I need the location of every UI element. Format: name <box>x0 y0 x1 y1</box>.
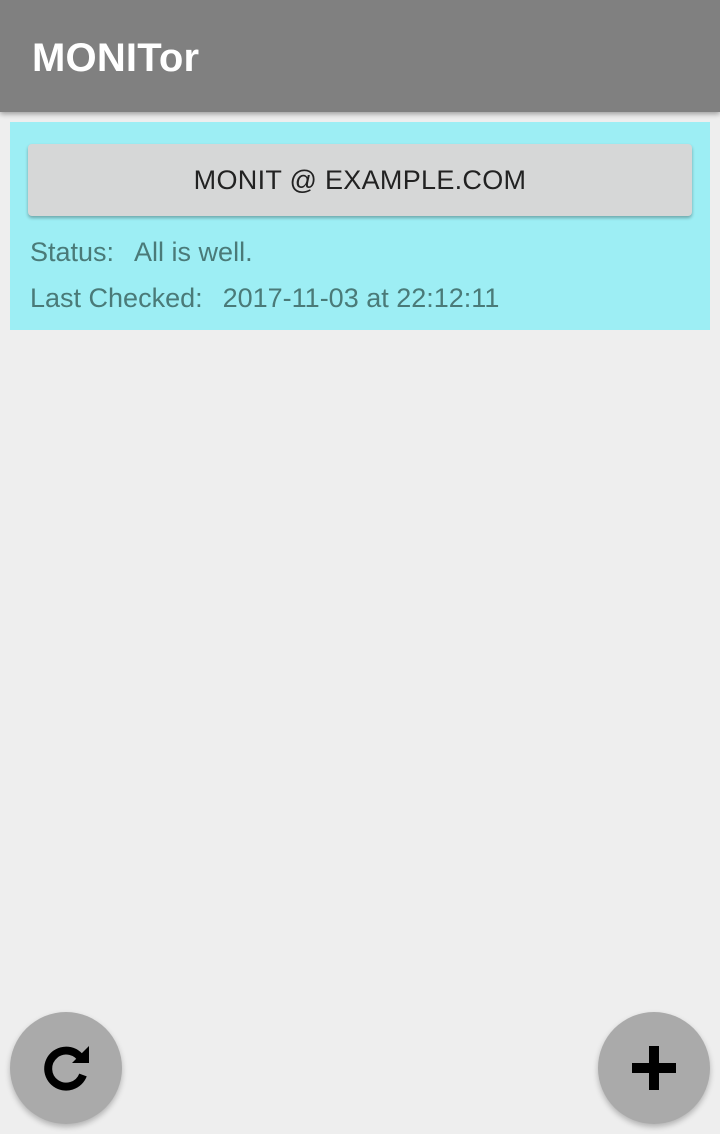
plus-icon <box>632 1046 676 1090</box>
refresh-icon <box>44 1046 89 1091</box>
status-value: All is well. <box>134 237 253 267</box>
app-title: MONITor <box>32 36 200 80</box>
last-checked-row: Last Checked: 2017-11-03 at 22:12:11 <box>30 282 499 314</box>
status-row: Status: All is well. <box>30 236 253 268</box>
status-label: Status: <box>30 237 115 267</box>
last-checked-value: 2017-11-03 at 22:12:11 <box>222 283 500 313</box>
add-server-button[interactable] <box>598 1012 710 1124</box>
server-card: MONIT @ EXAMPLE.COM Status: All is well. … <box>10 122 710 330</box>
app-bar: MONITor <box>0 0 720 112</box>
refresh-button[interactable] <box>10 1012 122 1124</box>
last-checked-label: Last Checked: <box>30 283 203 313</box>
server-button[interactable]: MONIT @ EXAMPLE.COM <box>28 144 692 216</box>
